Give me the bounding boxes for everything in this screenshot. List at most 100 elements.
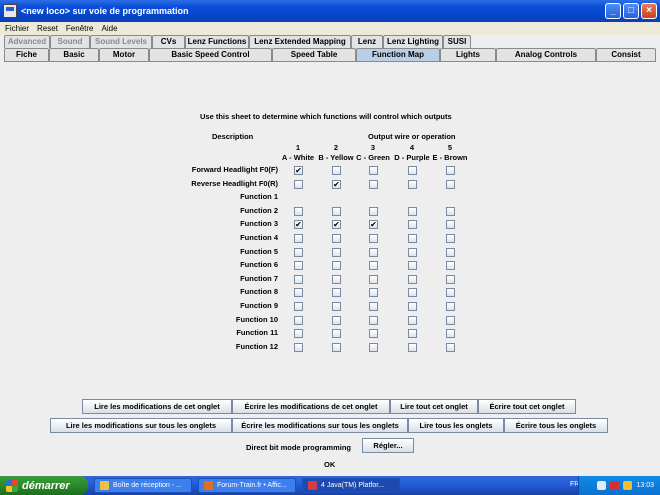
checkbox[interactable] (369, 248, 378, 257)
checkbox[interactable] (369, 234, 378, 243)
tab-basic-speed-control[interactable]: Basic Speed Control (149, 48, 272, 61)
checkbox[interactable] (294, 180, 303, 189)
checkbox[interactable] (294, 343, 303, 352)
checkbox[interactable] (446, 288, 455, 297)
checkbox[interactable] (369, 343, 378, 352)
checkbox[interactable] (408, 207, 417, 216)
set-button[interactable]: Régler... (362, 438, 414, 453)
checkbox[interactable] (369, 302, 378, 311)
write-changes-tab-button[interactable]: Écrire les modifications de cet onglet (232, 399, 390, 414)
taskbar-item-forum[interactable]: Forum-Train.fr • Affic... (198, 478, 296, 493)
tab-speed-table[interactable]: Speed Table (272, 48, 356, 61)
checkbox[interactable] (332, 288, 341, 297)
checkbox[interactable] (446, 248, 455, 257)
checkbox[interactable] (332, 302, 341, 311)
checkbox[interactable] (446, 275, 455, 284)
checkbox[interactable] (369, 288, 378, 297)
menu-fenetre[interactable]: Fenêtre (66, 24, 94, 33)
close-button[interactable]: × (641, 3, 657, 19)
checkbox[interactable] (408, 220, 417, 229)
checkbox[interactable] (446, 316, 455, 325)
checkbox[interactable] (294, 234, 303, 243)
maximize-button[interactable]: □ (623, 3, 639, 19)
checkbox[interactable] (369, 261, 378, 270)
checkbox[interactable] (369, 180, 378, 189)
checkbox[interactable] (332, 248, 341, 257)
checkbox[interactable] (408, 302, 417, 311)
checkbox[interactable] (294, 316, 303, 325)
checkbox[interactable] (446, 207, 455, 216)
checkbox[interactable] (294, 248, 303, 257)
read-all-tabs-button[interactable]: Lire tous les onglets (408, 418, 504, 433)
checkbox-checked[interactable]: ✔ (332, 220, 341, 229)
checkbox-checked[interactable]: ✔ (294, 166, 303, 175)
checkbox[interactable] (408, 316, 417, 325)
checkbox[interactable] (369, 316, 378, 325)
checkbox[interactable] (446, 234, 455, 243)
taskbar-item-inbox[interactable]: Boîte de réception - ... (94, 478, 192, 493)
checkbox[interactable] (446, 302, 455, 311)
checkbox[interactable] (446, 329, 455, 338)
checkbox[interactable] (332, 207, 341, 216)
write-all-tabs-button[interactable]: Écrire tous les onglets (504, 418, 608, 433)
ok-button[interactable]: OK (324, 460, 335, 469)
checkbox[interactable] (332, 234, 341, 243)
checkbox[interactable] (446, 180, 455, 189)
menu-reset[interactable]: Reset (37, 24, 58, 33)
checkbox-checked[interactable]: ✔ (369, 220, 378, 229)
checkbox[interactable] (408, 275, 417, 284)
checkbox[interactable] (332, 343, 341, 352)
checkbox[interactable] (294, 302, 303, 311)
tab-motor[interactable]: Motor (99, 48, 149, 61)
checkbox[interactable] (408, 261, 417, 270)
tab-basic[interactable]: Basic (49, 48, 99, 61)
checkbox[interactable] (294, 207, 303, 216)
checkbox[interactable] (408, 329, 417, 338)
start-button[interactable]: démarrer (0, 476, 88, 495)
checkbox[interactable] (408, 248, 417, 257)
tab-susi[interactable]: SUSI (443, 35, 471, 48)
checkbox[interactable] (408, 288, 417, 297)
checkbox[interactable] (332, 316, 341, 325)
checkbox[interactable] (369, 329, 378, 338)
tab-lenz-functions[interactable]: Lenz Functions (185, 35, 249, 48)
tab-fiche[interactable]: Fiche (4, 48, 49, 61)
tray-mail-icon[interactable] (597, 481, 607, 490)
checkbox[interactable] (369, 166, 378, 175)
read-all-tab-button[interactable]: Lire tout cet onglet (390, 399, 478, 414)
minimize-button[interactable]: _ (605, 3, 621, 19)
menu-fichier[interactable]: Fichier (5, 24, 29, 33)
checkbox[interactable] (446, 343, 455, 352)
checkbox[interactable] (294, 261, 303, 270)
read-changes-tab-button[interactable]: Lire les modifications de cet onglet (82, 399, 232, 414)
checkbox[interactable] (408, 180, 417, 189)
checkbox[interactable] (408, 234, 417, 243)
tab-lenz-lighting[interactable]: Lenz Lighting (383, 35, 443, 48)
checkbox[interactable] (369, 275, 378, 284)
write-all-tab-button[interactable]: Écrire tout cet onglet (478, 399, 576, 414)
checkbox[interactable] (294, 329, 303, 338)
tab-lights[interactable]: Lights (440, 48, 496, 61)
write-changes-all-button[interactable]: Écrire les modifications sur tous les on… (232, 418, 408, 433)
tab-cvs[interactable]: CVs (152, 35, 185, 48)
tray-security-icon[interactable] (610, 481, 620, 490)
tab-lenz-extended-mapping[interactable]: Lenz Extended Mapping (249, 35, 351, 48)
checkbox-checked[interactable]: ✔ (332, 180, 341, 189)
menu-aide[interactable]: Aide (102, 24, 118, 33)
taskbar-item-java[interactable]: 4 Java(TM) Platfor... (302, 478, 400, 493)
tray-speaker-icon[interactable] (623, 481, 633, 490)
checkbox[interactable] (332, 166, 341, 175)
checkbox[interactable] (294, 275, 303, 284)
read-changes-all-button[interactable]: Lire les modifications sur tous les ongl… (50, 418, 232, 433)
tab-analog-controls[interactable]: Analog Controls (496, 48, 596, 61)
tab-lenz[interactable]: Lenz (351, 35, 383, 48)
checkbox[interactable] (446, 166, 455, 175)
checkbox-checked[interactable]: ✔ (294, 220, 303, 229)
checkbox[interactable] (294, 288, 303, 297)
checkbox[interactable] (332, 329, 341, 338)
checkbox[interactable] (446, 220, 455, 229)
checkbox[interactable] (408, 343, 417, 352)
tab-consist[interactable]: Consist (596, 48, 656, 61)
tab-function-map[interactable]: Function Map (356, 48, 440, 61)
checkbox[interactable] (332, 275, 341, 284)
